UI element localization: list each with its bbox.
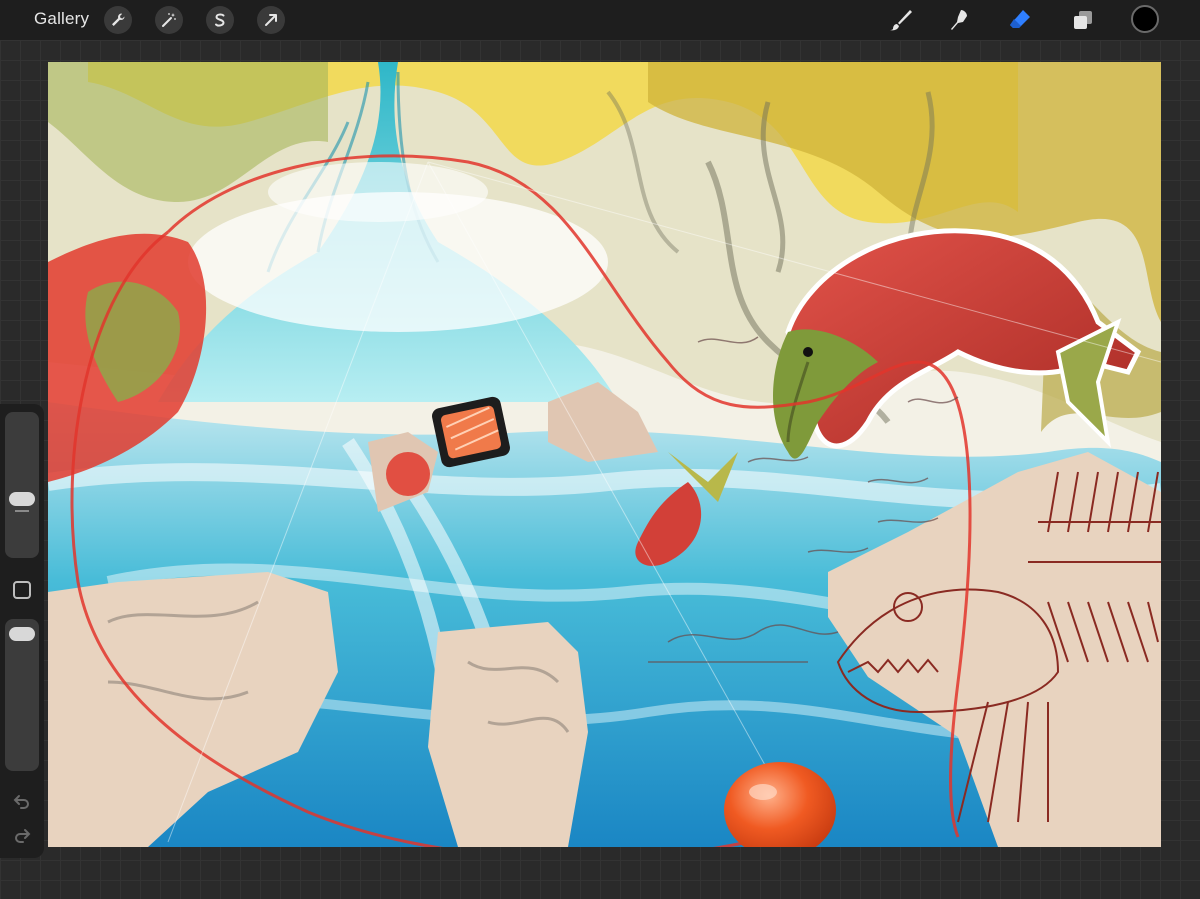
redo-icon xyxy=(15,829,31,843)
brush-size-thumb[interactable] xyxy=(9,492,35,506)
smudge-tool-button[interactable] xyxy=(945,5,975,35)
artwork xyxy=(48,62,1161,847)
procreate-workspace: Gallery xyxy=(0,0,1200,899)
gallery-button[interactable]: Gallery xyxy=(34,9,89,29)
adjustments-button[interactable] xyxy=(155,6,183,34)
selection-button[interactable] xyxy=(206,6,234,34)
wrench-icon xyxy=(112,13,125,26)
undo-button[interactable] xyxy=(11,790,33,812)
egg-highlight xyxy=(749,784,777,800)
color-picker-button[interactable] xyxy=(1131,5,1159,33)
eraser-tool-button[interactable] xyxy=(1005,5,1035,35)
magic-wand-icon xyxy=(162,13,176,27)
modify-button[interactable] xyxy=(13,581,31,599)
brush-size-slider[interactable] xyxy=(5,412,39,558)
opacity-slider[interactable] xyxy=(5,619,39,771)
red-splat xyxy=(386,452,430,496)
layers-icon xyxy=(1074,11,1092,29)
layers-button[interactable] xyxy=(1068,5,1098,35)
slider-tick xyxy=(15,510,29,512)
undo-icon xyxy=(13,795,29,809)
arrow-cursor-icon xyxy=(265,14,277,26)
eraser-icon xyxy=(1010,10,1030,28)
smudge-icon xyxy=(951,10,967,30)
drawing-canvas[interactable] xyxy=(48,62,1161,847)
opacity-thumb[interactable] xyxy=(9,627,35,641)
actions-button[interactable] xyxy=(104,6,132,34)
left-sidebar xyxy=(0,404,44,858)
brush-tool-button[interactable] xyxy=(886,5,916,35)
top-toolbar: Gallery xyxy=(0,0,1200,40)
brush-icon xyxy=(890,10,912,31)
selection-s-icon xyxy=(215,13,225,27)
transform-button[interactable] xyxy=(257,6,285,34)
redo-button[interactable] xyxy=(11,824,33,846)
